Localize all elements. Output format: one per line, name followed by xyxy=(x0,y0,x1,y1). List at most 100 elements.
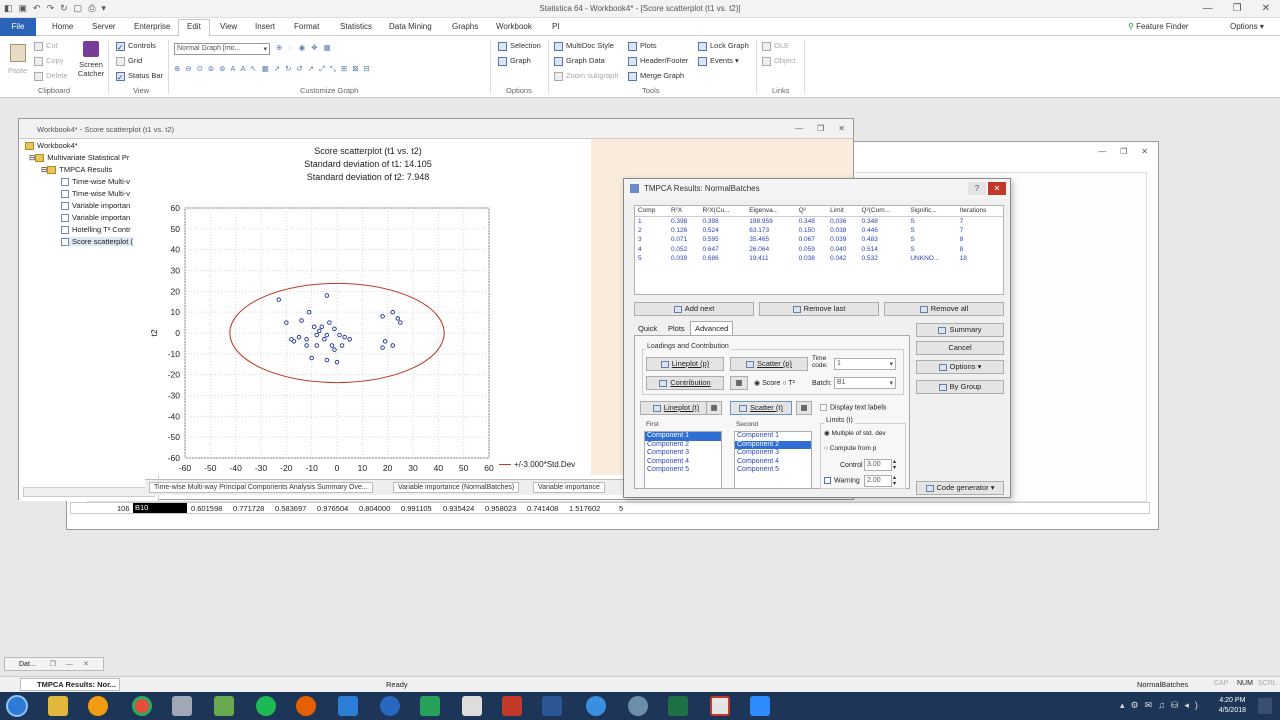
list-item[interactable]: Component 3 xyxy=(645,449,721,458)
tree-horizontal-scrollbar[interactable] xyxy=(23,487,155,497)
spotify-icon[interactable] xyxy=(256,696,276,716)
list-item[interactable]: Component 4 xyxy=(735,458,811,467)
tab-plots[interactable]: Plots xyxy=(668,324,685,333)
grid-checkbox[interactable]: Grid xyxy=(116,56,142,66)
close-icon[interactable]: ✕ xyxy=(838,124,845,133)
tree-node-selected[interactable]: Score scatterplot ( xyxy=(61,237,133,247)
tab-variable-importance[interactable]: Variable importance xyxy=(533,482,605,493)
table-row[interactable]: 4 0.052 0.647 26.064 0.059 0.040 0.514 S 8 xyxy=(635,245,1003,255)
contribution-button[interactable]: Contribution xyxy=(646,376,724,390)
minimize-icon[interactable]: — xyxy=(1098,147,1106,156)
tree-node[interactable]: ⊟ Multivariate Statistical Pr xyxy=(29,153,129,163)
lock-graph-button[interactable]: Lock Graph xyxy=(698,41,749,51)
warning-stepper[interactable]: 2.00 xyxy=(864,475,892,487)
tab-summary[interactable]: Time-wise Multi-way Principal Components… xyxy=(149,482,373,493)
tab-variable-importance-normal[interactable]: Variable importance (NormalBatches) xyxy=(393,482,520,493)
powerpoint-icon[interactable] xyxy=(502,696,522,716)
status-bar-checkbox[interactable]: ✓ Status Bar xyxy=(116,71,163,82)
tree-node[interactable]: Variable importan xyxy=(61,201,130,211)
scatter-t-options-button[interactable]: ▦ xyxy=(796,401,812,415)
list-item[interactable]: Component 5 xyxy=(645,466,721,475)
zoom-subgraph-button[interactable]: Zoom subgraph xyxy=(554,71,619,81)
cancel-button[interactable]: Cancel xyxy=(916,341,1004,355)
multidoc-style-button[interactable]: MultiDoc Style xyxy=(554,41,614,51)
scatter-t-button[interactable]: Scatter (t) xyxy=(730,401,792,415)
delete-button[interactable]: Delete xyxy=(34,71,68,81)
menu-graphs[interactable]: Graphs xyxy=(452,22,478,31)
taskbar-window-tmpca[interactable]: TMPCA Results: Nor... xyxy=(20,678,120,691)
contribution-options-button[interactable]: ▦ xyxy=(730,376,748,390)
minimized-data-window[interactable]: Dat... ❐—✕ xyxy=(4,657,104,671)
graph-data-button[interactable]: Graph Data xyxy=(554,56,605,66)
summary-button[interactable]: Summary xyxy=(916,323,1004,337)
plots-button[interactable]: Plots xyxy=(628,41,657,51)
merge-graph-button[interactable]: Merge Graph xyxy=(628,71,684,81)
excel-icon[interactable] xyxy=(668,696,688,716)
control-stepper[interactable]: 3.00 xyxy=(864,459,892,471)
zoom-icon[interactable] xyxy=(750,696,770,716)
radio-selected-icon[interactable]: ◉ xyxy=(754,380,760,387)
notepad-icon[interactable] xyxy=(214,696,234,716)
feature-finder[interactable]: ⚲ Feature Finder xyxy=(1128,22,1189,31)
menu-file[interactable]: File xyxy=(0,18,36,36)
cell-value[interactable]: 0.583697 xyxy=(275,504,317,513)
column-header[interactable]: Limit xyxy=(827,206,859,217)
statistica-icon[interactable] xyxy=(338,696,358,716)
graph-options-button[interactable]: Graph xyxy=(498,56,531,66)
cell-value[interactable]: 0.958023 xyxy=(485,504,527,513)
media-player-icon[interactable] xyxy=(88,696,108,716)
column-header[interactable]: Q² xyxy=(795,206,828,217)
system-clock[interactable]: 4:20 PM 4/5/2018 xyxy=(1219,696,1246,716)
cell-value[interactable]: 0.991105 xyxy=(401,504,443,513)
maps-icon[interactable] xyxy=(586,696,606,716)
display-text-labels-checkbox[interactable]: Display text labels xyxy=(820,404,886,411)
r-icon[interactable] xyxy=(380,696,400,716)
second-component-list[interactable]: Component 1 Component 2 Component 3 Compone… xyxy=(734,431,812,489)
column-header[interactable]: Signific... xyxy=(907,206,957,217)
word-icon[interactable] xyxy=(542,696,562,716)
close-icon[interactable]: ✕ xyxy=(1141,147,1148,156)
cell-value[interactable]: 0.741408 xyxy=(527,504,569,513)
object-button[interactable]: Object xyxy=(762,56,796,66)
tree-node[interactable]: Time-wise Multi-v xyxy=(61,177,130,187)
menu-workbook[interactable]: Workbook xyxy=(496,22,532,31)
cell-value[interactable]: 0.935424 xyxy=(443,504,485,513)
menu-statistics[interactable]: Statistics xyxy=(340,22,372,31)
tree-node[interactable]: Workbook4* xyxy=(25,141,78,151)
tree-node[interactable]: Hotelling T² Contr xyxy=(61,225,131,235)
remove-all-button[interactable]: Remove all xyxy=(884,302,1004,316)
minimize-icon[interactable]: — xyxy=(1203,3,1213,14)
list-item[interactable]: Component 1 xyxy=(735,432,811,441)
lineplot-t-options-button[interactable]: ▦ xyxy=(706,401,722,415)
dialog-close-button[interactable]: ✕ xyxy=(988,182,1006,195)
menu-enterprise[interactable]: Enterprise xyxy=(134,22,170,31)
start-button[interactable] xyxy=(6,695,28,717)
compute-from-p-radio[interactable]: ○ Compute from p xyxy=(824,445,876,452)
tree-node[interactable]: ⊟ TMPCA Results xyxy=(41,165,112,175)
explorer-icon[interactable] xyxy=(48,696,68,716)
menu-pi[interactable]: PI xyxy=(552,22,560,31)
graph-tools-row2[interactable]: ⊕⊖⊙⊚⊛AA↖▦↗↻↺↗⤢⤡⊞⊠⊟ xyxy=(174,64,375,74)
notification-icon[interactable] xyxy=(1258,698,1272,714)
menu-insert[interactable]: Insert xyxy=(255,22,275,31)
batch-select[interactable]: B1 ▾ xyxy=(834,377,896,389)
menu-home[interactable]: Home xyxy=(52,22,73,31)
lineplot-t-button[interactable]: Lineplot (t) xyxy=(640,401,712,415)
list-item[interactable]: Component 4 xyxy=(645,458,721,467)
cell-value-tail[interactable]: 5 xyxy=(619,504,623,513)
close-icon[interactable]: ✕ xyxy=(1262,3,1270,14)
copy-button[interactable]: Copy xyxy=(34,56,64,66)
graph-tools-row1[interactable]: ⊕◌◉✥▦ xyxy=(276,43,337,52)
selection-button[interactable]: Selection xyxy=(498,41,541,51)
snipping-tool-icon[interactable] xyxy=(172,696,192,716)
list-item[interactable]: Component 3 xyxy=(735,449,811,458)
chat-icon[interactable] xyxy=(420,696,440,716)
cut-button[interactable]: Cut xyxy=(34,41,58,51)
list-item[interactable]: Component 5 xyxy=(735,466,811,475)
menu-data-mining[interactable]: Data Mining xyxy=(389,22,432,31)
warning-spin-icon[interactable]: ▴ ▾ xyxy=(893,475,896,487)
graph-mode-dropdown[interactable]: Normal Graph [mo... ▾ xyxy=(174,43,270,55)
multiple-std-radio[interactable]: ◉ Multiple of std. dev xyxy=(824,429,886,437)
radio-icon[interactable]: ○ xyxy=(782,380,786,387)
cell-value[interactable]: 0.771728 xyxy=(233,504,275,513)
